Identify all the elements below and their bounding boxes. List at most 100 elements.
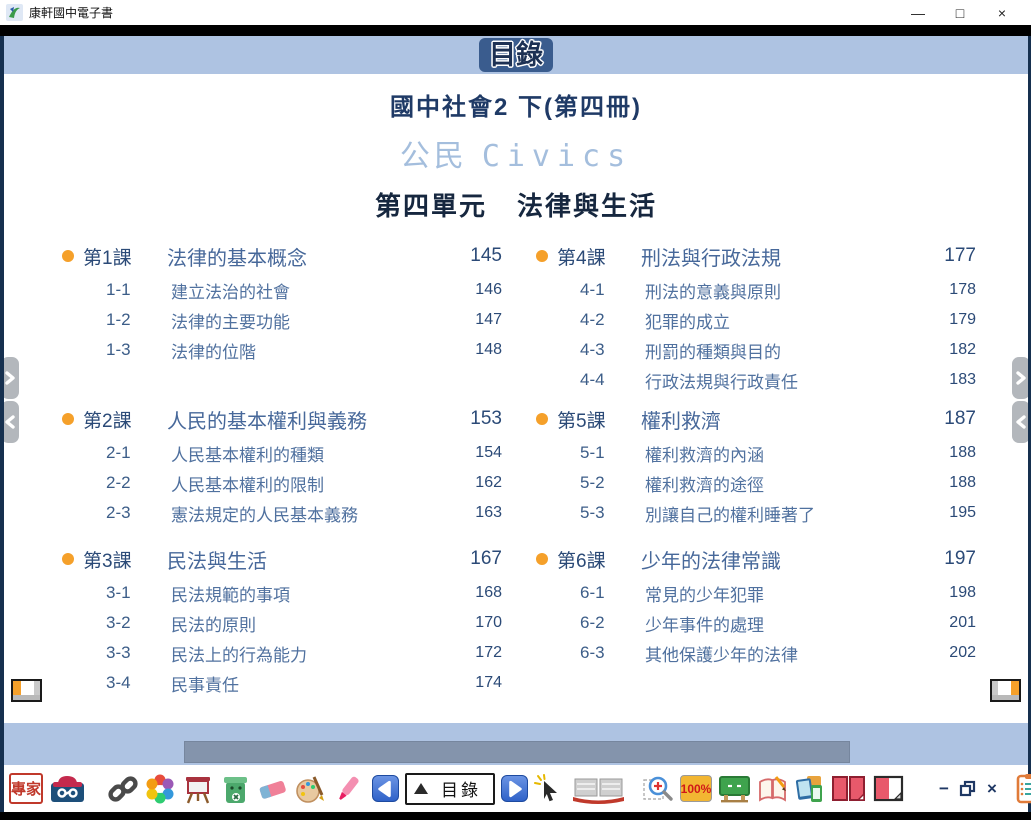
lesson-entry[interactable]: 第4課刑法與行政法規177 (536, 239, 976, 273)
toolbar-restore-button[interactable] (959, 780, 977, 797)
page-title: 目錄 (479, 38, 553, 72)
section-entry[interactable]: 6-2少年事件的處理201 (536, 608, 976, 638)
section-page-number: 146 (456, 281, 502, 299)
book-title: 國中社會2 下(第四冊) (4, 87, 1028, 122)
bullet-icon (62, 250, 74, 262)
section-entry[interactable]: 2-1人民基本權利的種類154 (62, 438, 502, 468)
recycle-bin-icon[interactable] (220, 773, 251, 805)
left-nav-forward-button[interactable] (4, 357, 19, 399)
scrollbar-thumb[interactable] (184, 741, 850, 763)
section-title: 人民基本權利的種類 (152, 441, 456, 466)
section-entry[interactable]: 2-2人民基本權利的限制162 (62, 468, 502, 498)
section-entry[interactable]: 3-4民事責任174 (62, 668, 502, 698)
lesson-entry[interactable]: 第2課人民的基本權利與義務153 (62, 402, 502, 436)
lesson-page-number: 145 (456, 245, 502, 267)
toc-column-right: 第4課刑法與行政法規1774-1刑法的意義與原則1784-2犯罪的成立1794-… (536, 239, 976, 698)
section-entry[interactable]: 4-3刑罰的種類與目的182 (536, 335, 976, 365)
section-page-number: 147 (456, 311, 502, 329)
section-page-number: 182 (930, 341, 976, 359)
devices-icon-glyph (794, 773, 825, 804)
section-page-number: 163 (456, 504, 502, 522)
section-entry[interactable]: 1-1建立法治的社會146 (62, 275, 502, 305)
link-icon-glyph (108, 774, 138, 804)
section-entry[interactable]: 3-3民法上的行為能力172 (62, 638, 502, 668)
lesson-label: 第6課 (557, 546, 629, 573)
lesson-page-number: 177 (930, 245, 976, 267)
eraser-icon[interactable] (257, 774, 288, 804)
easel-icon[interactable] (182, 773, 214, 805)
section-title: 刑罰的種類與目的 (626, 338, 930, 363)
section-entry[interactable]: 5-1權利救濟的內涵188 (536, 438, 976, 468)
section-entry[interactable]: 6-1常見的少年犯罪198 (536, 578, 976, 608)
highlighter-icon[interactable] (332, 773, 364, 805)
lesson-label: 第3課 (83, 546, 155, 573)
color-wheel-icon[interactable] (144, 773, 176, 805)
lesson-group: 第6課少年的法律常識1976-1常見的少年犯罪1986-2少年事件的處理2016… (536, 542, 976, 698)
section-entry[interactable]: 4-2犯罪的成立179 (536, 305, 976, 335)
section-entry[interactable]: 1-2法律的主要功能147 (62, 305, 502, 335)
section-number: 1-1 (106, 280, 152, 300)
section-number: 4-3 (580, 340, 626, 360)
section-entry[interactable]: 6-3其他保護少年的法律202 (536, 638, 976, 668)
lesson-page-number: 197 (930, 548, 976, 570)
link-icon[interactable] (108, 774, 138, 804)
devices-icon[interactable] (794, 773, 825, 804)
section-entry[interactable]: 2-3憲法規定的人民基本義務163 (62, 498, 502, 528)
toolbar-close-button[interactable]: × (983, 779, 1001, 799)
section-entry[interactable]: 4-4行政法規與行政責任183 (536, 365, 976, 395)
section-entry[interactable]: 3-2民法的原則170 (62, 608, 502, 638)
lesson-entry[interactable]: 第1課法律的基本概念145 (62, 239, 502, 273)
section-page-number: 183 (930, 371, 976, 389)
open-book-icon[interactable] (570, 774, 627, 804)
section-entry[interactable]: 4-1刑法的意義與原則178 (536, 275, 976, 305)
section-page-number: 201 (930, 614, 976, 632)
window-maximize-button[interactable]: □ (939, 5, 981, 21)
page-selector[interactable]: 目錄 (405, 773, 495, 805)
section-title: 其他保護少年的法律 (626, 641, 930, 666)
lesson-title: 法律的基本概念 (155, 242, 456, 271)
prev-page-button[interactable] (372, 775, 399, 802)
section-entry[interactable]: 5-2權利救濟的途徑188 (536, 468, 976, 498)
right-nav-forward-button[interactable] (1012, 357, 1028, 399)
toolbox-icon[interactable] (49, 773, 86, 804)
section-number: 3-3 (106, 643, 152, 663)
section-entry[interactable]: 5-3別讓自己的權利睡著了195 (536, 498, 976, 528)
page-corner-flip-left[interactable] (11, 679, 42, 702)
lesson-entry[interactable]: 第6課少年的法律常識197 (536, 542, 976, 576)
section-page-number: 188 (930, 444, 976, 462)
lesson-label: 第4課 (557, 243, 629, 270)
left-nav-back-button[interactable] (4, 401, 19, 443)
arrow-right-icon (502, 776, 527, 802)
section-title: 少年事件的處理 (626, 611, 930, 636)
caret-up-icon (414, 783, 428, 794)
next-page-button[interactable] (501, 775, 528, 802)
section-entry[interactable]: 1-3法律的位階148 (62, 335, 502, 365)
single-page-icon[interactable] (872, 774, 905, 804)
lesson-entry[interactable]: 第5課權利救濟187 (536, 402, 976, 436)
section-entry[interactable]: 3-1民法規範的事項168 (62, 578, 502, 608)
section-number: 5-2 (580, 473, 626, 493)
cursor-icon[interactable] (534, 774, 564, 804)
clipboard-icon[interactable] (1015, 773, 1031, 804)
section-title: 民法規範的事項 (152, 581, 456, 606)
double-page-icon[interactable] (831, 774, 866, 804)
chalkboard-icon[interactable] (718, 774, 751, 803)
expert-button[interactable]: 專家 (9, 773, 43, 804)
app-icon (6, 4, 23, 21)
palette-icon[interactable] (294, 773, 326, 805)
zoom-level-badge[interactable]: 100% (680, 775, 712, 802)
toolbar-minimize-button[interactable]: − (935, 779, 953, 799)
page-corner-icon (992, 681, 1019, 695)
section-number: 6-1 (580, 583, 626, 603)
lesson-entry[interactable]: 第3課民法與生活167 (62, 542, 502, 576)
bullet-icon (62, 553, 74, 565)
notebook-icon[interactable] (757, 774, 788, 803)
lesson-title: 刑法與行政法規 (629, 242, 930, 271)
right-nav-back-button[interactable] (1012, 401, 1028, 443)
window-close-button[interactable]: × (981, 5, 1023, 21)
bottom-band (4, 723, 1028, 765)
page-corner-flip-right[interactable] (990, 679, 1021, 702)
window-minimize-button[interactable]: — (897, 5, 939, 21)
top-divider (0, 25, 1031, 36)
zoom-in-icon[interactable] (643, 773, 674, 804)
